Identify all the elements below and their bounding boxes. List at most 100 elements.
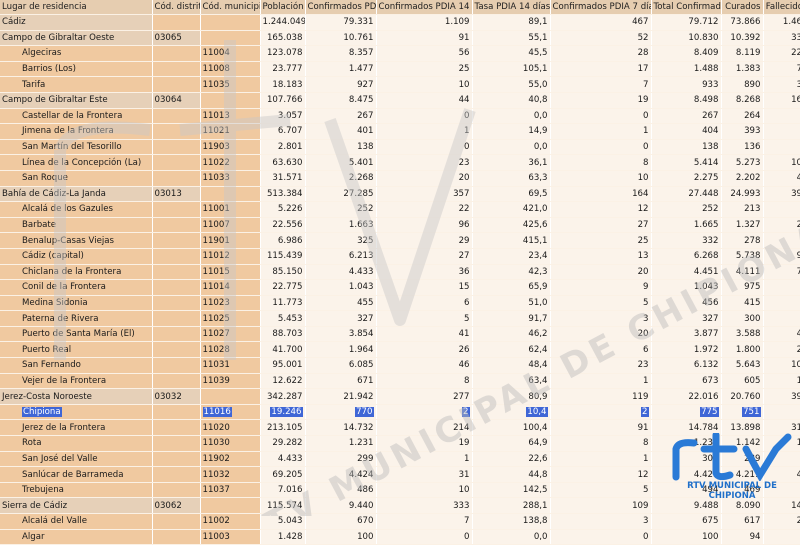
- table-cell[interactable]: 673: [651, 373, 722, 390]
- table-cell[interactable]: 36: [376, 264, 473, 281]
- table-cell[interactable]: 11013: [200, 108, 261, 125]
- table-cell[interactable]: 11023: [200, 295, 261, 312]
- table-cell[interactable]: 11037: [200, 482, 261, 499]
- table-cell[interactable]: 138: [651, 139, 722, 156]
- table-cell[interactable]: 9: [550, 279, 652, 296]
- table-cell[interactable]: 1.383: [721, 61, 764, 78]
- municipality-row[interactable]: Puerto Real 11028 41.700 1.964 26 62,4 6 1.972 1…: [0, 341, 800, 359]
- table-cell[interactable]: 11014: [200, 279, 261, 296]
- table-cell[interactable]: 108: [763, 357, 800, 374]
- table-cell[interactable]: 0: [376, 529, 473, 545]
- table-cell[interactable]: 278: [721, 232, 764, 249]
- table-cell[interactable]: 1: [763, 295, 800, 312]
- table-cell[interactable]: Medina Sidonia: [0, 295, 153, 312]
- table-cell[interactable]: 4.424: [305, 466, 377, 483]
- table-cell[interactable]: 6.085: [305, 357, 377, 374]
- municipality-row[interactable]: Puerto de Santa María (El) 11027 88.703 3.8…: [0, 326, 800, 343]
- table-cell[interactable]: 56: [376, 45, 473, 62]
- table-cell[interactable]: 123.078: [260, 45, 306, 62]
- table-cell[interactable]: 213.105: [260, 419, 306, 437]
- column-header[interactable]: Confirmados PDIA 14 días: [376, 0, 473, 15]
- table-cell[interactable]: 5: [763, 451, 800, 468]
- table-cell[interactable]: [152, 326, 201, 343]
- table-cell[interactable]: 14,9: [472, 123, 551, 140]
- table-cell[interactable]: San Roque: [0, 170, 153, 187]
- table-cell[interactable]: 11.773: [260, 295, 306, 312]
- table-cell[interactable]: 142,5: [472, 482, 551, 499]
- municipality-row[interactable]: Barrios (Los) 11008 23.777 1.477 25 105,1 17 1.…: [0, 61, 800, 78]
- table-cell[interactable]: 4.451: [651, 264, 722, 281]
- table-cell[interactable]: 1.488: [651, 61, 722, 78]
- municipality-row[interactable]: Cádiz (capital) 11012 115.439 6.213 27 23,4 13…: [0, 248, 800, 265]
- municipality-row[interactable]: San José del Valle 11902 4.433 299 1 22,6 1 300…: [0, 451, 800, 468]
- table-cell[interactable]: 8.498: [651, 92, 722, 109]
- table-cell[interactable]: 25: [763, 217, 800, 234]
- table-cell[interactable]: 46: [376, 357, 473, 374]
- municipality-row[interactable]: Chipiona 11016 19.246 770 2 10,4 2 775 7518: [0, 404, 800, 421]
- table-cell[interactable]: Paterna de Rivera: [0, 310, 153, 327]
- table-cell[interactable]: 0,0: [472, 139, 551, 156]
- table-cell[interactable]: 252: [651, 201, 722, 218]
- table-cell[interactable]: 5: [550, 295, 652, 312]
- table-cell[interactable]: 5: [550, 482, 652, 499]
- table-cell[interactable]: [152, 232, 201, 249]
- table-cell[interactable]: 19: [376, 435, 473, 452]
- table-cell[interactable]: [152, 419, 201, 437]
- table-cell[interactable]: 2.275: [651, 170, 722, 187]
- table-cell[interactable]: 73.866: [721, 14, 764, 31]
- table-cell[interactable]: 63.630: [260, 154, 306, 171]
- table-cell[interactable]: [152, 108, 201, 125]
- table-cell[interactable]: 1: [376, 451, 473, 468]
- table-cell[interactable]: 1.109: [376, 14, 473, 31]
- table-cell[interactable]: Jerez-Costa Noroeste: [0, 388, 153, 405]
- table-cell[interactable]: 7: [763, 279, 800, 296]
- municipality-row[interactable]: Alcalá de los Gazules 11001 5.226 252 22 421,…: [0, 201, 800, 218]
- table-cell[interactable]: 10.392: [721, 30, 764, 47]
- table-cell[interactable]: 671: [305, 373, 377, 390]
- table-cell[interactable]: 138: [305, 139, 377, 156]
- table-cell[interactable]: 5.414: [651, 154, 722, 171]
- table-cell[interactable]: 396: [763, 388, 800, 405]
- table-cell[interactable]: 31.571: [260, 170, 306, 187]
- table-cell[interactable]: 11902: [200, 451, 261, 468]
- table-cell[interactable]: 7: [763, 482, 800, 499]
- district-row[interactable]: Campo de Gibraltar Oeste 03065 165.038 10.7…: [0, 30, 800, 47]
- table-cell[interactable]: 24: [763, 341, 800, 359]
- table-cell[interactable]: 23.777: [260, 61, 306, 78]
- table-cell[interactable]: 1.327: [721, 217, 764, 234]
- table-cell[interactable]: 3.877: [651, 326, 722, 343]
- table-cell[interactable]: 20: [550, 264, 652, 281]
- table-cell[interactable]: 300: [721, 310, 764, 327]
- table-cell[interactable]: [152, 139, 201, 156]
- table-cell[interactable]: 267: [305, 108, 377, 125]
- table-cell[interactable]: 5.401: [305, 154, 377, 171]
- table-cell[interactable]: 214: [376, 419, 473, 437]
- table-cell[interactable]: 65,9: [472, 279, 551, 296]
- column-header[interactable]: Población: [260, 0, 306, 15]
- table-cell[interactable]: 357: [376, 186, 473, 203]
- table-cell[interactable]: 79.712: [651, 14, 722, 31]
- table-cell[interactable]: 44: [376, 92, 473, 109]
- table-cell[interactable]: 96: [376, 217, 473, 234]
- table-cell[interactable]: San Fernando: [0, 357, 153, 374]
- table-cell[interactable]: 11003: [200, 529, 261, 545]
- table-cell[interactable]: 1: [763, 529, 800, 545]
- table-cell[interactable]: 23,4: [472, 248, 551, 265]
- table-cell[interactable]: 3.588: [721, 326, 764, 343]
- table-cell[interactable]: 22,6: [472, 451, 551, 468]
- table-cell[interactable]: 41: [376, 326, 473, 343]
- district-row[interactable]: Jerez-Costa Noroeste 03032 342.287 21.942 27…: [0, 388, 800, 405]
- table-cell[interactable]: 18.183: [260, 76, 306, 93]
- table-cell[interactable]: 5.273: [721, 154, 764, 171]
- column-header[interactable]: Fallecidos: [763, 0, 800, 15]
- municipality-row[interactable]: Chiclana de la Frontera 11015 85.150 4.433 3…: [0, 264, 800, 281]
- table-cell[interactable]: Puerto de Santa María (El): [0, 326, 153, 343]
- table-cell[interactable]: 469: [721, 482, 764, 499]
- table-cell[interactable]: 455: [305, 295, 377, 312]
- table-cell[interactable]: Línea de la Concepción (La): [0, 154, 153, 171]
- table-cell[interactable]: 8: [550, 154, 652, 171]
- table-cell[interactable]: 47: [763, 170, 800, 187]
- table-cell[interactable]: 03065: [152, 30, 201, 47]
- table-cell[interactable]: 7: [550, 76, 652, 93]
- table-cell[interactable]: 751: [721, 404, 764, 421]
